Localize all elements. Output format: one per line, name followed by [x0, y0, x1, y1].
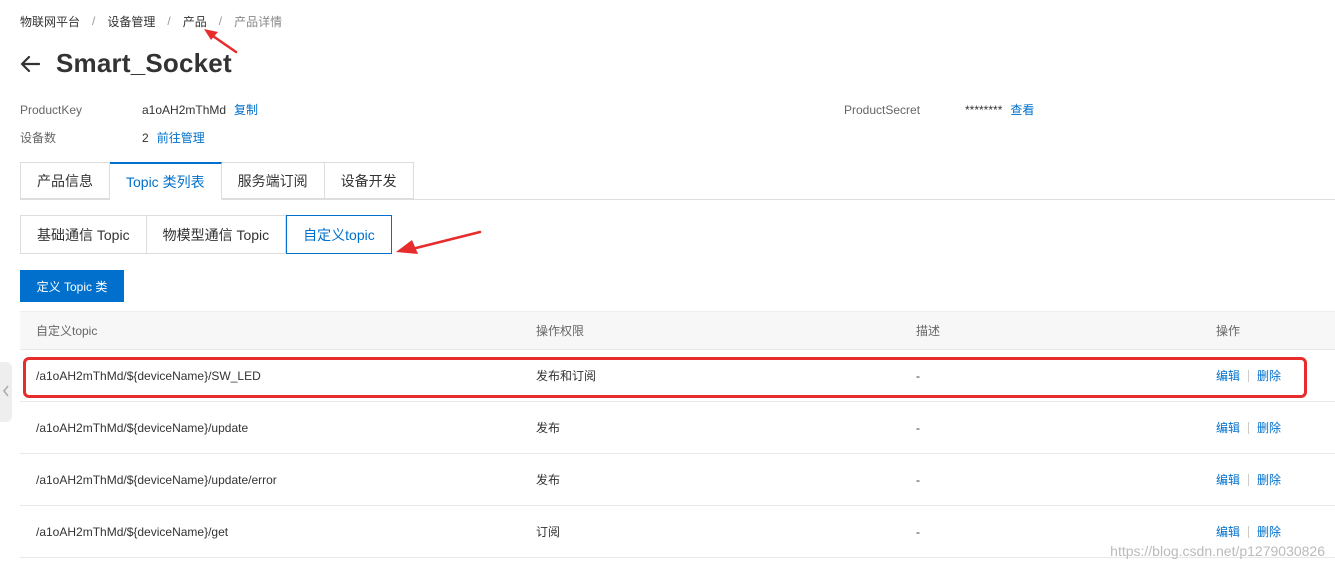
breadcrumb-product[interactable]: 产品 — [183, 13, 207, 30]
chevron-left-icon — [2, 385, 10, 400]
table-row: /a1oAH2mThMd/${deviceName}/update/error … — [20, 454, 1335, 506]
permission-cell: 发布和订阅 — [536, 369, 597, 383]
product-key-value: a1oAH2mThMd — [142, 102, 227, 117]
delete-link[interactable]: 删除 — [1257, 367, 1281, 384]
actions-cell: 编辑 删除 — [1200, 471, 1335, 488]
permission-cell: 发布 — [536, 473, 561, 487]
delete-link[interactable]: 删除 — [1257, 471, 1281, 488]
product-secret-row: ProductSecret ******** 查看 — [844, 101, 1034, 118]
topic-cell: /a1oAH2mThMd/${deviceName}/get — [36, 524, 229, 539]
table-header: 自定义topic 操作权限 描述 操作 — [20, 311, 1335, 350]
topic-cell: /a1oAH2mThMd/${deviceName}/update — [36, 420, 249, 435]
description-cell: - — [916, 472, 920, 487]
action-divider — [1248, 525, 1250, 538]
page-title: Smart_Socket — [56, 48, 232, 78]
tab-product-info[interactable]: 产品信息 — [20, 162, 110, 199]
actions-cell: 编辑 删除 — [1200, 523, 1335, 540]
breadcrumb-separator: / — [92, 14, 96, 28]
device-count-row: 设备数 2 前往管理 — [20, 129, 205, 146]
subtab-custom-topic[interactable]: 自定义topic — [286, 215, 392, 254]
view-secret-link[interactable]: 查看 — [1010, 101, 1034, 118]
tab-server-subscription[interactable]: 服务端订阅 — [221, 162, 325, 199]
product-secret-value: ******** — [965, 102, 1003, 117]
device-count-label: 设备数 — [20, 131, 57, 145]
description-cell: - — [916, 420, 920, 435]
breadcrumb-product-detail: 产品详情 — [234, 14, 283, 29]
breadcrumb-device-management[interactable]: 设备管理 — [107, 13, 155, 30]
sub-tabs: 基础通信 Topic 物模型通信 Topic 自定义topic — [20, 215, 392, 254]
edit-link[interactable]: 编辑 — [1216, 367, 1240, 384]
permission-cell: 发布 — [536, 421, 561, 435]
manage-devices-link[interactable]: 前往管理 — [157, 129, 205, 146]
product-secret-label: ProductSecret — [844, 102, 921, 117]
topic-cell: /a1oAH2mThMd/${deviceName}/update/error — [36, 472, 277, 487]
table-row: /a1oAH2mThMd/${deviceName}/SW_LED 发布和订阅 … — [20, 350, 1335, 402]
edit-link[interactable]: 编辑 — [1216, 419, 1240, 436]
page-header: Smart_Socket — [18, 48, 232, 79]
description-cell: - — [916, 524, 920, 539]
actions-cell: 编辑 删除 — [1200, 419, 1335, 436]
watermark: https://blog.csdn.net/p1279030826 — [1110, 543, 1325, 559]
sidebar-collapse-handle[interactable] — [0, 362, 12, 422]
annotation-arrow-icon — [396, 230, 482, 254]
subtab-basic-topic[interactable]: 基础通信 Topic — [20, 215, 147, 254]
column-header-topic: 自定义topic — [36, 324, 98, 338]
tab-device-development[interactable]: 设备开发 — [324, 162, 414, 199]
column-header-permission: 操作权限 — [536, 324, 585, 338]
define-topic-button[interactable]: 定义 Topic 类 — [20, 270, 124, 302]
permission-cell: 订阅 — [536, 525, 561, 539]
edit-link[interactable]: 编辑 — [1216, 523, 1240, 540]
column-header-description: 描述 — [916, 324, 941, 338]
subtab-thing-model-topic[interactable]: 物模型通信 Topic — [146, 215, 287, 254]
action-divider — [1248, 421, 1250, 434]
arrow-left-icon[interactable] — [18, 52, 42, 76]
action-divider — [1248, 473, 1250, 486]
breadcrumb-iot-platform[interactable]: 物联网平台 — [20, 13, 80, 30]
table-row: /a1oAH2mThMd/${deviceName}/update 发布 - 编… — [20, 402, 1335, 454]
product-key-label: ProductKey — [20, 102, 83, 117]
delete-link[interactable]: 删除 — [1257, 419, 1281, 436]
actions-cell: 编辑 删除 — [1200, 367, 1335, 384]
breadcrumb-separator: / — [218, 14, 223, 28]
edit-link[interactable]: 编辑 — [1216, 471, 1240, 488]
topic-cell: /a1oAH2mThMd/${deviceName}/SW_LED — [36, 368, 261, 383]
breadcrumb: 物联网平台 / 设备管理 / 产品 / 产品详情 — [20, 13, 282, 29]
product-key-row: ProductKey a1oAH2mThMd 复制 — [20, 101, 258, 118]
device-count-value: 2 — [142, 130, 149, 145]
tab-topic-list[interactable]: Topic 类列表 — [110, 162, 222, 200]
topic-table: 自定义topic 操作权限 描述 操作 /a1oAH2mThMd/${devic… — [20, 311, 1335, 558]
copy-link[interactable]: 复制 — [234, 101, 258, 118]
description-cell: - — [916, 368, 920, 383]
column-header-actions: 操作 — [1216, 324, 1241, 338]
delete-link[interactable]: 删除 — [1257, 523, 1281, 540]
main-tabs: 产品信息 Topic 类列表 服务端订阅 设备开发 — [20, 162, 414, 200]
breadcrumb-separator: / — [167, 14, 171, 28]
action-divider — [1248, 369, 1250, 382]
